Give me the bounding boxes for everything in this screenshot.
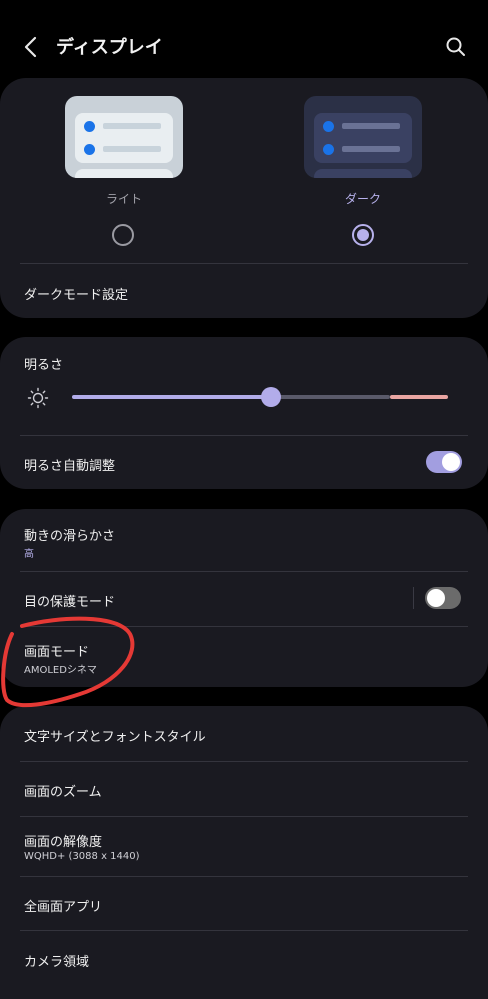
search-button[interactable] <box>444 35 468 59</box>
screen-resolution-item[interactable]: 画面の解像度 WQHD+ (3088 x 1440) <box>0 817 488 877</box>
full-screen-apps-item[interactable]: 全画面アプリ <box>24 896 102 915</box>
theme-label-light: ライト <box>105 192 142 206</box>
divider <box>20 571 468 572</box>
vertical-separator <box>413 587 414 609</box>
slider-track <box>271 395 390 399</box>
divider <box>20 263 468 264</box>
toggle-knob <box>427 589 445 607</box>
camera-cutout-item[interactable]: カメラ領域 <box>24 951 89 970</box>
slider-fill <box>72 395 271 399</box>
dark-theme-radio[interactable] <box>352 224 374 246</box>
search-icon <box>446 37 465 56</box>
eye-comfort-toggle[interactable] <box>425 587 461 609</box>
header-bar: ディスプレイ <box>0 0 488 78</box>
theme-label-dark: ダーク <box>344 192 381 206</box>
chevron-left-icon <box>24 36 37 58</box>
screen-resolution-value: WQHD+ (3088 x 1440) <box>24 851 140 862</box>
sun-icon <box>27 387 49 409</box>
motion-smoothness-label: 動きの滑らかさ <box>24 529 116 544</box>
theme-card: ライト ダーク ダークモード設定 <box>0 78 488 318</box>
screen-zoom-item[interactable]: 画面のズーム <box>24 781 102 800</box>
divider <box>20 876 468 877</box>
dark-theme-preview <box>304 96 422 178</box>
slider-thumb[interactable] <box>261 387 281 407</box>
back-button[interactable] <box>18 34 44 60</box>
slider-extra-brightness-track <box>390 395 448 399</box>
brightness-card: 明るさ 明るさ自動調整 <box>0 337 488 489</box>
auto-brightness-toggle[interactable] <box>426 451 462 473</box>
motion-smoothness-value: 高 <box>24 549 34 560</box>
divider <box>20 761 468 762</box>
divider <box>20 435 468 436</box>
theme-option-light[interactable]: ライト <box>65 96 185 207</box>
eye-comfort-label[interactable]: 目の保護モード <box>24 591 115 610</box>
theme-option-dark[interactable]: ダーク <box>304 96 424 207</box>
motion-smoothness-item[interactable]: 動きの滑らかさ 高 <box>0 509 488 569</box>
dark-mode-settings-item[interactable]: ダークモード設定 <box>24 284 128 303</box>
light-theme-radio[interactable] <box>112 224 134 246</box>
more-settings-card: 文字サイズとフォントスタイル 画面のズーム 画面の解像度 WQHD+ (3088… <box>0 706 488 999</box>
divider <box>20 930 468 931</box>
light-theme-preview <box>65 96 183 178</box>
screen-mode-value: AMOLEDシネマ <box>24 665 97 676</box>
screen-mode-label: 画面モード <box>24 645 90 660</box>
display-options-card: 動きの滑らかさ 高 目の保護モード 画面モード AMOLEDシネマ <box>0 509 488 687</box>
screen-resolution-label: 画面の解像度 <box>24 835 103 850</box>
brightness-slider[interactable] <box>72 387 448 407</box>
font-size-style-item[interactable]: 文字サイズとフォントスタイル <box>24 726 206 745</box>
brightness-label: 明るさ <box>24 358 64 373</box>
auto-brightness-label: 明るさ自動調整 <box>24 459 116 474</box>
page-title: ディスプレイ <box>56 37 163 58</box>
toggle-knob <box>442 453 460 471</box>
screen-mode-item[interactable]: 画面モード AMOLEDシネマ <box>0 627 488 687</box>
